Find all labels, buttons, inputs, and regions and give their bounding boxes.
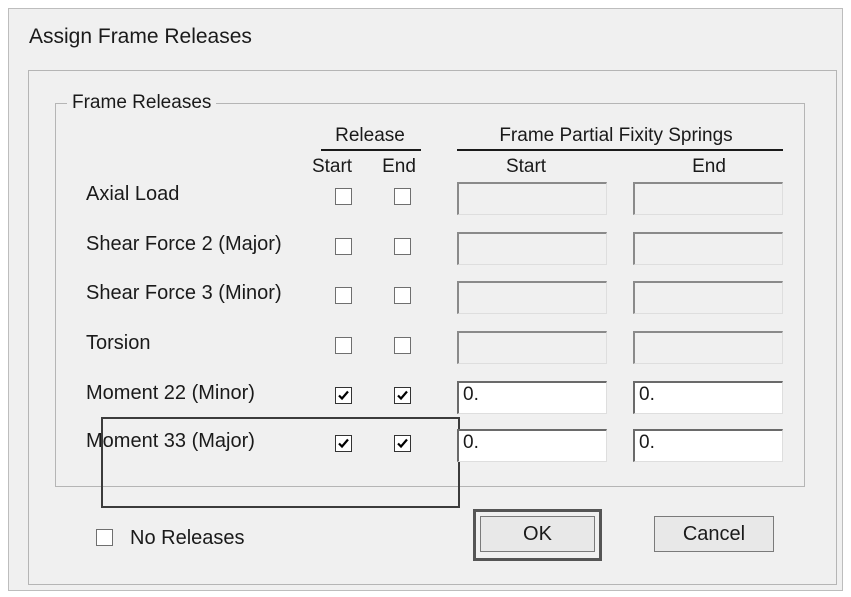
release-end-checkbox-moment-33-major[interactable] xyxy=(394,435,411,452)
assign-frame-releases-dialog: Assign Frame Releases Frame Releases Rel… xyxy=(8,8,843,591)
release-header: Release xyxy=(335,125,405,146)
check-icon xyxy=(397,438,408,449)
ok-button[interactable]: OK xyxy=(480,516,595,552)
spring-end-field-moment-33-major[interactable]: 0. xyxy=(633,429,783,462)
release-start-checkbox-shear-force-3-minor[interactable] xyxy=(335,287,352,304)
frame-releases-group: Frame Releases Release Start End Frame P… xyxy=(55,92,805,508)
spring-start-field-axial-load[interactable] xyxy=(457,182,607,215)
spring-start-field-shear-force-3-minor[interactable] xyxy=(457,281,607,314)
title-bar: Assign Frame Releases xyxy=(9,9,842,67)
check-icon xyxy=(338,390,349,401)
springs-header-underline xyxy=(457,149,783,151)
release-start-checkbox-shear-force-2-major[interactable] xyxy=(335,238,352,255)
spring-start-field-moment-33-major[interactable]: 0. xyxy=(457,429,607,462)
release-start-checkbox-moment-33-major[interactable] xyxy=(335,435,352,452)
release-end-checkbox-torsion[interactable] xyxy=(394,337,411,354)
ok-button-focus-frame: OK xyxy=(473,509,602,561)
spring-start-field-torsion[interactable] xyxy=(457,331,607,364)
check-icon xyxy=(338,438,349,449)
spring-end-field-shear-force-3-minor[interactable] xyxy=(633,281,783,314)
row-label-shear-force-2-major: Shear Force 2 (Major) xyxy=(86,233,282,255)
spring-end-field-shear-force-2-major[interactable] xyxy=(633,232,783,265)
release-start-checkbox-moment-22-minor[interactable] xyxy=(335,387,352,404)
release-start-checkbox-torsion[interactable] xyxy=(335,337,352,354)
springs-header: Frame Partial Fixity Springs xyxy=(499,125,733,146)
release-end-checkbox-shear-force-2-major[interactable] xyxy=(394,238,411,255)
dialog-title: Assign Frame Releases xyxy=(29,25,252,48)
spring-start-field-moment-22-minor[interactable]: 0. xyxy=(457,381,607,414)
release-end-checkbox-shear-force-3-minor[interactable] xyxy=(394,287,411,304)
release-end-header: End xyxy=(382,156,416,177)
row-label-shear-force-3-minor: Shear Force 3 (Minor) xyxy=(86,282,282,304)
springs-start-header: Start xyxy=(505,156,547,177)
cancel-button[interactable]: Cancel xyxy=(654,516,774,552)
springs-end-header: End xyxy=(692,156,726,177)
row-label-moment-33-major: Moment 33 (Major) xyxy=(86,430,255,452)
spring-end-field-axial-load[interactable] xyxy=(633,182,783,215)
check-icon xyxy=(397,390,408,401)
row-label-torsion: Torsion xyxy=(86,332,151,354)
no-releases-label: No Releases xyxy=(130,527,245,549)
row-label-axial-load: Axial Load xyxy=(86,183,180,205)
no-releases-checkbox[interactable] xyxy=(96,529,113,546)
spring-end-field-moment-22-minor[interactable]: 0. xyxy=(633,381,783,414)
spring-end-field-torsion[interactable] xyxy=(633,331,783,364)
release-end-checkbox-moment-22-minor[interactable] xyxy=(394,387,411,404)
release-end-checkbox-axial-load[interactable] xyxy=(394,188,411,205)
release-header-underline xyxy=(321,149,421,151)
row-label-moment-22-minor: Moment 22 (Minor) xyxy=(86,382,255,404)
spring-start-field-shear-force-2-major[interactable] xyxy=(457,232,607,265)
group-label: Frame Releases xyxy=(67,92,217,114)
release-start-header: Start xyxy=(311,156,353,177)
release-start-checkbox-axial-load[interactable] xyxy=(335,188,352,205)
dialog-client-area: Frame Releases Release Start End Frame P… xyxy=(28,70,837,585)
